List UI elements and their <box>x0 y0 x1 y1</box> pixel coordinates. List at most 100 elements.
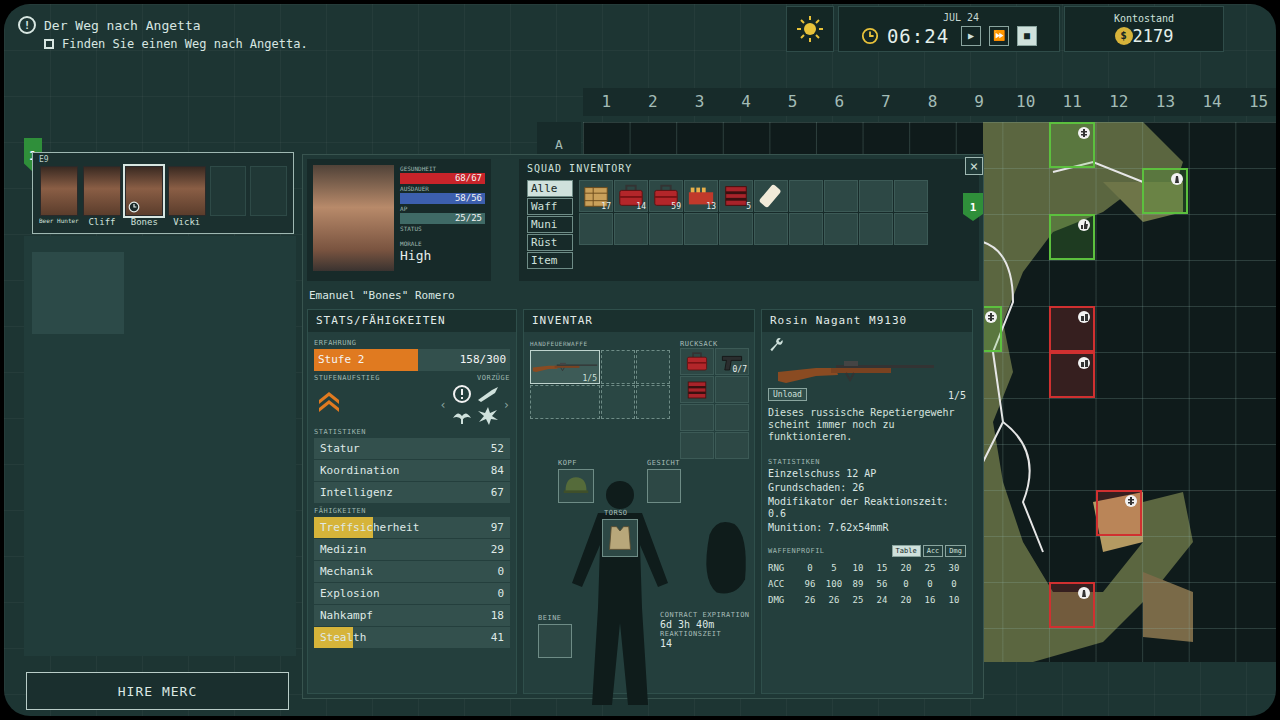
head-slot[interactable] <box>558 469 594 503</box>
skill-text: Explosion0 <box>314 583 510 604</box>
merc-name: Cliff <box>88 217 115 227</box>
backpack-slot[interactable] <box>680 348 714 375</box>
time-control-button[interactable]: ▶ <box>961 26 981 46</box>
merc-card[interactable]: Cliff <box>83 166 121 227</box>
objective-checkbox[interactable] <box>44 39 54 49</box>
merc-card[interactable]: Beer Hunter <box>39 166 79 227</box>
stat-label: Modifikator der Reaktionszeit: <box>768 496 949 507</box>
profile-tab[interactable]: Dmg <box>945 545 966 557</box>
backpack-slot[interactable]: 0/7 <box>715 348 749 375</box>
map-sector[interactable] <box>1096 490 1142 536</box>
torso-slot[interactable] <box>602 519 638 557</box>
table-cell: 0 <box>798 563 822 573</box>
weapon-slot[interactable] <box>636 350 670 384</box>
column-label: 7 <box>863 88 910 116</box>
hire-merc-button[interactable]: HIRE MERC <box>26 672 289 710</box>
map-sector[interactable] <box>1049 122 1095 168</box>
merc-name: Vicki <box>173 217 200 227</box>
weapon-slot[interactable]: 1/5 <box>530 350 600 384</box>
rifle-icon <box>532 360 598 374</box>
item-slot[interactable] <box>579 213 613 245</box>
map-sector[interactable] <box>1049 582 1095 628</box>
table-cell: 26 <box>822 595 846 605</box>
merc-card[interactable]: Bones <box>125 166 163 227</box>
table-cell: 10 <box>846 563 870 573</box>
filter-tab[interactable]: Muni <box>527 216 573 233</box>
map-sector[interactable] <box>1049 214 1095 260</box>
item-slot[interactable] <box>754 180 788 212</box>
item-slot[interactable] <box>824 213 858 245</box>
map-sector[interactable] <box>1142 168 1188 214</box>
status-label: STATUS <box>400 225 485 232</box>
backpack-slot[interactable] <box>680 432 714 459</box>
toolbox-icon <box>722 182 750 210</box>
item-slot[interactable] <box>894 213 928 245</box>
legs-slot[interactable] <box>538 624 572 658</box>
contract-label: CONTRACT EXPIRATION <box>660 611 758 619</box>
skill-name: Stealth <box>320 627 366 648</box>
filter-tab[interactable]: Item <box>527 252 573 269</box>
filter-tab[interactable]: Waff <box>527 198 573 215</box>
backpack-slot[interactable] <box>715 376 749 403</box>
item-slot[interactable]: 5 <box>719 180 753 212</box>
bar-label: AUSDAUER <box>400 185 485 192</box>
item-slot[interactable] <box>649 213 683 245</box>
contract-value: 6d 3h 40m <box>660 619 758 630</box>
reaction-value: 14 <box>660 638 758 649</box>
weapon-slot[interactable] <box>601 350 635 384</box>
backpack-slot[interactable] <box>680 376 714 403</box>
merc-card[interactable]: Vicki <box>168 166 206 227</box>
item-slot[interactable] <box>719 213 753 245</box>
previous-perk-button[interactable]: ‹ <box>440 398 447 412</box>
bar-label: GESUNDHEIT <box>400 165 485 172</box>
attribute-row: Intelligenz67 <box>314 482 510 503</box>
time-control-button[interactable]: ⏩ <box>989 26 1009 46</box>
weapon-slot[interactable] <box>636 385 670 419</box>
experience-bar: Stufe 2158/300 <box>314 349 510 371</box>
attribute-row: Koordination84 <box>314 460 510 481</box>
weapon-profile-table: RNG051015202530ACC961008956000DMG2626252… <box>768 563 966 605</box>
next-perk-button[interactable]: › <box>503 398 510 412</box>
backpack-slot[interactable] <box>715 432 749 459</box>
morale-value: High <box>400 248 485 263</box>
item-slot[interactable] <box>754 213 788 245</box>
map-sector[interactable] <box>1049 306 1095 352</box>
rifle-icon <box>776 356 936 386</box>
close-button[interactable]: × <box>965 157 983 175</box>
item-slot[interactable] <box>789 213 823 245</box>
profile-tab[interactable]: Table <box>892 545 921 557</box>
weapon-slot[interactable] <box>530 385 600 419</box>
table-cell: DMG <box>768 595 798 605</box>
map-sector[interactable] <box>1049 352 1095 398</box>
section-label: STATISTIKEN <box>314 428 510 436</box>
filter-tab[interactable]: Alle <box>527 180 573 197</box>
item-slot[interactable]: 13 <box>684 180 718 212</box>
unload-button[interactable]: Unload <box>768 388 807 401</box>
medkit-icon <box>685 350 709 374</box>
item-slot[interactable] <box>894 180 928 212</box>
merc-dialog: GESUNDHEIT68/67AUSDAUER58/56AP25/25STATU… <box>302 154 984 699</box>
item-slot[interactable] <box>684 213 718 245</box>
item-slot[interactable] <box>614 213 648 245</box>
panel-title: INVENTAR <box>524 310 754 332</box>
weapon-slot[interactable] <box>601 385 635 419</box>
item-slot[interactable]: 59 <box>649 180 683 212</box>
attribute-name: Statur <box>320 438 360 459</box>
backpack-icon <box>698 517 753 597</box>
backpack-slot[interactable] <box>680 404 714 431</box>
backpack-slot[interactable] <box>715 404 749 431</box>
item-slot[interactable]: 14 <box>614 180 648 212</box>
item-slot[interactable] <box>789 180 823 212</box>
profile-tab[interactable]: Acc <box>923 545 944 557</box>
game-screen: !Der Weg nach AngettaFinden Sie einen We… <box>4 4 1276 716</box>
filter-tab[interactable]: Rüst <box>527 234 573 251</box>
time-control-button[interactable]: ■ <box>1017 26 1037 46</box>
item-slot[interactable]: 17 <box>579 180 613 212</box>
item-slot[interactable] <box>859 213 893 245</box>
perks-row: STUFENAUFSTIEGVORZÜGE‹› <box>314 371 510 425</box>
squad-inventory-body: AlleWaffMuniRüstItem 171459135 <box>527 180 971 269</box>
item-slot[interactable] <box>859 180 893 212</box>
face-slot[interactable] <box>647 469 681 503</box>
item-slot[interactable] <box>824 180 858 212</box>
attribute-name: Intelligenz <box>320 482 393 503</box>
